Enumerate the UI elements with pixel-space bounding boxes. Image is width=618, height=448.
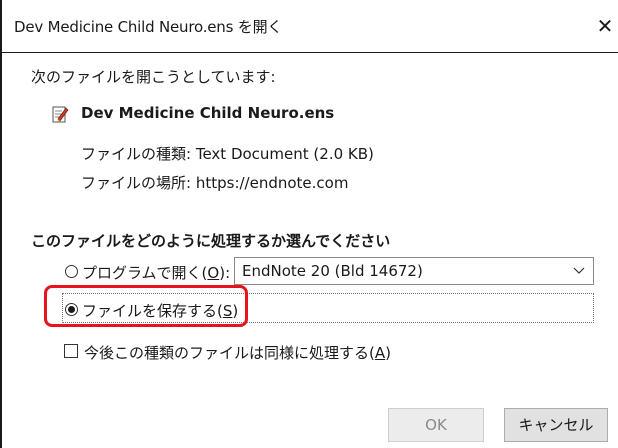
title-bar[interactable]: Dev Medicine Child Neuro.ens を開く ✕: [2, 0, 618, 53]
remember-choice-checkbox[interactable]: [64, 344, 78, 358]
open-with-label-text: プログラムで開く(: [82, 264, 208, 282]
file-location-row: ファイルの場所: https://endnote.com: [81, 172, 348, 193]
file-name: Dev Medicine Child Neuro.ens: [81, 104, 335, 122]
file-location-value: https://endnote.com: [195, 174, 349, 192]
close-icon[interactable]: ✕: [592, 10, 618, 42]
program-select[interactable]: EndNote 20 (Bld 14672): [234, 257, 594, 285]
remember-choice-label-suffix: ): [385, 344, 391, 362]
open-with-accesskey: O: [207, 264, 220, 282]
file-type-label: ファイルの種類:: [81, 145, 192, 163]
opening-prompt: 次のファイルを開こうとしています:: [31, 68, 276, 86]
file-location-label: ファイルの場所:: [81, 174, 192, 192]
open-with-radio[interactable]: [65, 265, 78, 278]
action-question: このファイルをどのように処理するか選んでください: [31, 232, 391, 250]
open-with-label-suffix: ):: [219, 264, 231, 282]
remember-choice-accesskey: A: [374, 344, 386, 362]
file-type-row: ファイルの種類: Text Document (2.0 KB): [81, 143, 374, 164]
open-with-label[interactable]: プログラムで開く(O):: [82, 262, 230, 283]
remember-choice-label-text: 今後この種類のファイルは同様に処理する(: [84, 344, 375, 362]
text-document-icon: [52, 106, 69, 123]
open-file-dialog: Dev Medicine Child Neuro.ens を開く ✕ 次のファイ…: [0, 0, 618, 448]
file-type-value: Text Document (2.0 KB): [195, 145, 374, 163]
program-select-value: EndNote 20 (Bld 14672): [242, 262, 423, 280]
dialog-title: Dev Medicine Child Neuro.ens を開く: [14, 18, 283, 36]
ok-button[interactable]: OK: [388, 408, 484, 442]
chevron-down-icon: [573, 267, 585, 274]
remember-choice-label[interactable]: 今後この種類のファイルは同様に処理する(A): [84, 342, 391, 363]
cancel-button[interactable]: キャンセル: [504, 408, 608, 442]
highlight-annotation: [44, 285, 248, 327]
